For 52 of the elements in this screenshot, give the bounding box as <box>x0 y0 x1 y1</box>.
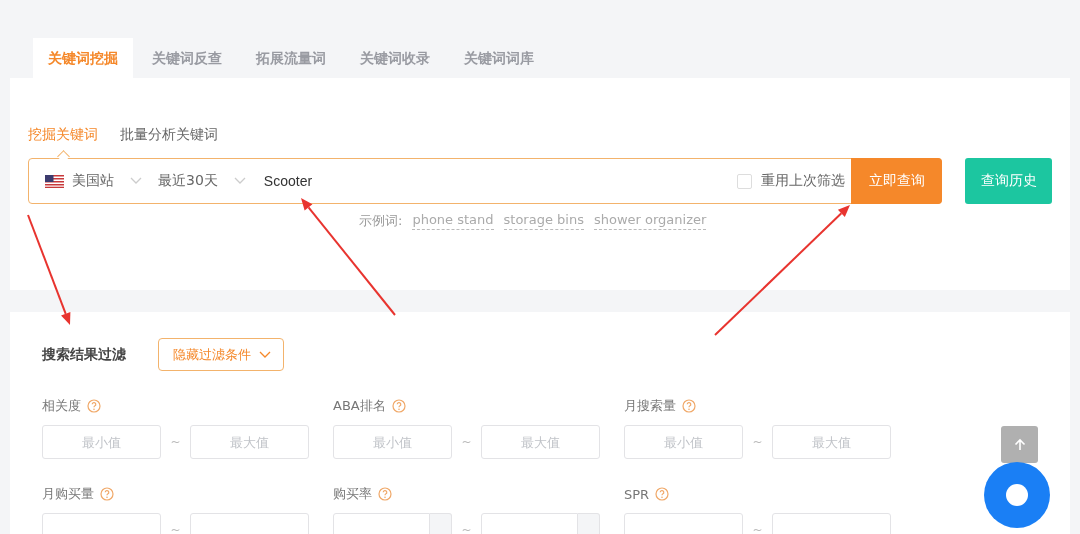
search-button[interactable]: 立即查询 <box>851 158 942 204</box>
tab[interactable]: 关键词收录 <box>345 38 445 78</box>
tab[interactable]: 关键词反查 <box>137 38 237 78</box>
filter-label: ABA排名 <box>333 397 386 415</box>
site-dropdown[interactable]: 美国站 <box>29 172 142 190</box>
example-link[interactable]: phone stand <box>412 212 494 230</box>
subtab[interactable]: 挖掘关键词 <box>28 126 98 158</box>
subtab[interactable]: 批量分析关键词 <box>120 126 218 158</box>
tab[interactable]: 关键词挖掘 <box>33 38 133 78</box>
range-separator: ~ <box>169 435 182 449</box>
number-field[interactable]: 最小值 <box>42 425 161 459</box>
number-field[interactable]: 最大值 <box>481 425 600 459</box>
range-separator: ~ <box>751 435 764 449</box>
chevron-down-icon <box>130 177 142 185</box>
checkbox[interactable] <box>737 173 752 189</box>
tab[interactable]: 关键词词库 <box>449 38 549 78</box>
number-field[interactable]: 最大值 <box>190 425 309 459</box>
checkbox-label: 重用上次筛选 <box>761 172 845 190</box>
filter-label: SPR <box>624 486 650 502</box>
site-label: 美国站 <box>72 172 114 190</box>
chevron-down-icon <box>259 350 271 359</box>
help-icon <box>682 399 696 413</box>
reuse-filter-checkbox[interactable]: 重用上次筛选 <box>737 172 845 190</box>
filter-label: 月搜索量 <box>624 397 676 415</box>
filter-label: 月购买量 <box>42 485 94 503</box>
number-field[interactable]: 最大值 <box>772 425 891 459</box>
back-to-top-button[interactable] <box>1001 426 1038 463</box>
number-field[interactable]: 最小值 <box>624 425 743 459</box>
range-separator: ~ <box>460 435 473 449</box>
hide-filters-button[interactable]: 隐藏过滤条件 <box>158 338 284 371</box>
tab[interactable]: 拓展流量词 <box>241 38 341 78</box>
flag-icon <box>45 174 64 188</box>
help-icon <box>391 399 406 413</box>
range-separator: ~ <box>751 523 764 534</box>
help-icon <box>100 487 114 501</box>
arrow-up-icon <box>1012 437 1027 452</box>
period-label: 最近30天 <box>158 172 218 190</box>
example-link[interactable]: shower organizer <box>593 212 707 230</box>
filter-label: 相关度 <box>42 397 81 415</box>
help-icon <box>87 399 101 413</box>
period-dropdown[interactable]: 最近30天 <box>142 172 246 190</box>
range-separator: ~ <box>169 523 182 534</box>
help-icon <box>655 487 670 501</box>
number-field[interactable]: 最小值 <box>333 425 452 459</box>
range-separator: ~ <box>460 523 473 534</box>
filter-label: 购买率 <box>333 485 372 503</box>
example-link[interactable]: storage bins <box>503 212 584 230</box>
history-button[interactable]: 查询历史 <box>965 158 1052 204</box>
help-icon <box>378 487 392 501</box>
chevron-down-icon <box>233 177 246 185</box>
section-title: 搜索结果过滤 <box>42 345 126 364</box>
examples-label: 示例词: <box>359 212 403 230</box>
